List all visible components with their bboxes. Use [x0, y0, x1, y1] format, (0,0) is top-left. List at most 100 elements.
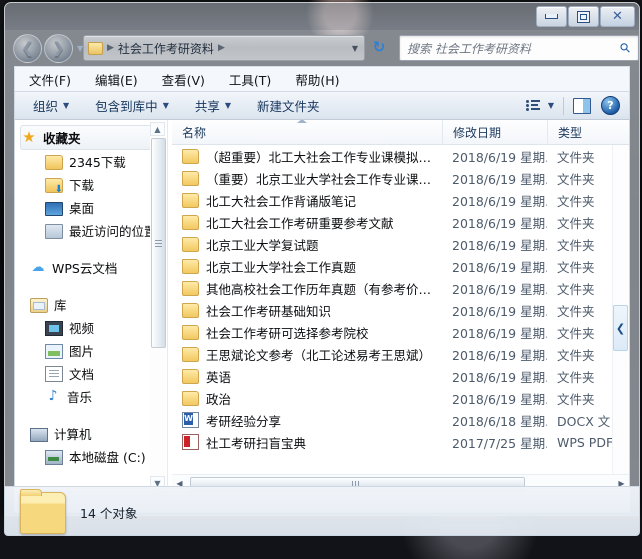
scroll-up-arrow-icon[interactable]: ▲	[150, 122, 165, 136]
close-button[interactable]: ✕	[600, 6, 635, 27]
menu-item-view[interactable]: 查看(V)	[162, 70, 205, 89]
sidebar-label-2345-downloads: 2345下载	[69, 155, 126, 170]
sidebar-label-desktop: 桌面	[69, 201, 95, 216]
file-name-cell[interactable]: 北工大社会工作考研重要参考文献	[172, 213, 442, 232]
menu-item-edit[interactable]: 编辑(E)	[95, 70, 138, 89]
preview-pane-expand-button[interactable]: ❮	[613, 305, 628, 351]
minimize-button[interactable]	[536, 6, 567, 27]
refresh-button[interactable]: ↻	[367, 35, 391, 59]
organize-button[interactable]: 组织 ▼	[33, 96, 69, 115]
preview-pane-icon[interactable]	[573, 97, 591, 114]
help-icon[interactable]: ?	[601, 96, 620, 115]
file-name-label: 其他高校社会工作历年真题（有参考价值...	[206, 281, 442, 297]
menu-item-help[interactable]: 帮助(H)	[295, 70, 339, 89]
file-name-cell[interactable]: 政治	[172, 389, 442, 408]
sidebar-item-recent-places[interactable]: 最近访问的位置	[15, 219, 167, 242]
sidebar-label-local-disk-c: 本地磁盘 (C:)	[69, 450, 146, 465]
window-title-bar[interactable]: ✕	[5, 3, 639, 30]
sidebar-item-local-disk-c[interactable]: 本地磁盘 (C:)	[15, 445, 167, 468]
table-row[interactable]: 考研经验分享2018/6/18 星期...DOCX 文	[172, 409, 629, 431]
search-box[interactable]: 搜索 社会工作考研资料 ⚲	[399, 35, 639, 61]
file-name-cell[interactable]: 其他高校社会工作历年真题（有参考价值...	[172, 279, 442, 298]
sidebar-item-2345-downloads[interactable]: 2345下载	[15, 150, 167, 173]
table-row[interactable]: 北工大社会工作背诵版笔记 2018/6/19 星期... 文件夹	[172, 189, 629, 211]
column-header-date[interactable]: 修改日期	[442, 120, 547, 145]
table-row[interactable]: 北京工业大学社会工作真题 2018/6/19 星期... 文件夹	[172, 255, 629, 277]
file-name-cell[interactable]: 社工考研扫盲宝典	[172, 433, 442, 452]
sidebar-item-documents[interactable]: 文档	[15, 362, 167, 385]
table-row[interactable]: 北工大社会工作考研重要参考文献 2018/6/19 星期... 文件夹	[172, 211, 629, 233]
maximize-button[interactable]	[568, 6, 599, 27]
file-name-label: 政治	[206, 391, 232, 407]
include-in-library-button[interactable]: 包含到库中 ▼	[95, 96, 169, 115]
navigation-scroll-track[interactable]	[150, 136, 166, 476]
sidebar-item-desktop[interactable]: 桌面	[15, 196, 167, 219]
file-name-cell[interactable]: 社会工作考研可选择参考院校	[172, 323, 442, 342]
sidebar-item-libraries[interactable]: 库	[20, 293, 167, 316]
maximize-icon	[577, 10, 590, 23]
recent-places-icon	[45, 223, 63, 239]
new-folder-button[interactable]: 新建文件夹	[257, 96, 320, 115]
file-name-cell[interactable]: （重要）北京工业大学社会工作专业课答...	[172, 169, 442, 188]
file-name-cell[interactable]: 北京工业大学复试题	[172, 235, 442, 254]
back-button[interactable]: ❮	[13, 34, 42, 63]
file-name-cell[interactable]: 考研经验分享	[172, 411, 442, 430]
sidebar-item-videos[interactable]: 视频	[15, 316, 167, 339]
file-list-scrollbar[interactable]: ❮	[612, 145, 629, 475]
sidebar-item-pictures[interactable]: 图片	[15, 339, 167, 362]
explorer-window: ✕ ❮ ❯ ▼ ▶ 社会工作考研资料 ▶ ▼ ↻ 搜索 社会工作考研资料 ⚲ 文…	[4, 2, 640, 516]
search-input[interactable]: 搜索 社会工作考研资料	[407, 40, 621, 57]
view-dropdown-icon[interactable]: ▼	[548, 101, 554, 110]
close-icon: ✕	[612, 9, 623, 24]
sidebar-label-music: 音乐	[67, 390, 93, 405]
file-name-cell[interactable]: 英语	[172, 367, 442, 386]
table-row[interactable]: （重要）北京工业大学社会工作专业课答... 2018/6/19 星期... 文件夹	[172, 167, 629, 189]
navigation-scroll-thumb[interactable]	[151, 138, 166, 348]
file-date-cell: 2018/6/19 星期...	[452, 171, 547, 187]
file-name-label: 北京工业大学社会工作真题	[206, 259, 357, 275]
menu-item-file[interactable]: 文件(F)	[29, 70, 71, 89]
breadcrumb-separator-icon[interactable]: ▶	[218, 43, 225, 53]
table-row[interactable]: 社会工作考研基础知识 2018/6/19 星期... 文件夹	[172, 299, 629, 321]
breadcrumb-current[interactable]: 社会工作考研资料	[118, 40, 214, 57]
share-button[interactable]: 共享 ▼	[195, 96, 231, 115]
column-headers: 名称 修改日期 类型	[172, 120, 629, 145]
table-row[interactable]: 英语 2018/6/19 星期... 文件夹	[172, 365, 629, 387]
address-dropdown-icon[interactable]: ▼	[352, 44, 358, 53]
view-options-icon[interactable]	[525, 99, 541, 112]
column-header-name[interactable]: 名称	[172, 120, 442, 145]
file-name-cell[interactable]: 王思斌论文参考（北工论述易考王思斌）	[172, 345, 442, 364]
address-row: ❮ ❯ ▼ ▶ 社会工作考研资料 ▶ ▼ ↻ 搜索 社会工作考研资料 ⚲	[5, 30, 639, 66]
folder-icon	[182, 390, 199, 406]
sidebar-item-computer[interactable]: 计算机	[20, 422, 167, 445]
address-bar[interactable]: ▶ 社会工作考研资料 ▶ ▼	[83, 35, 365, 61]
folder-icon	[182, 192, 199, 208]
sidebar-label-recent-places: 最近访问的位置	[69, 224, 157, 239]
file-name-cell[interactable]: 社会工作考研基础知识	[172, 301, 442, 320]
forward-button[interactable]: ❯	[44, 34, 73, 63]
explorer-body: ★ 收藏夹 2345下载 下载 桌面 最近访问的位置	[14, 120, 630, 492]
menu-item-tools[interactable]: 工具(T)	[229, 70, 271, 89]
column-header-type[interactable]: 类型	[547, 120, 617, 145]
navigation-pane-scrollbar[interactable]: ▲ ▼	[150, 122, 166, 490]
file-name-label: 北工大社会工作考研重要参考文献	[206, 215, 394, 231]
table-row[interactable]: 王思斌论文参考（北工论述易考王思斌） 2018/6/19 星期... 文件夹	[172, 343, 629, 365]
table-row[interactable]: 政治 2018/6/19 星期... 文件夹	[172, 387, 629, 409]
sidebar-item-downloads[interactable]: 下载	[15, 173, 167, 196]
table-row[interactable]: 社工考研扫盲宝典 2017/7/25 星期... WPS PDF	[172, 431, 629, 453]
downloads-folder-icon	[45, 177, 63, 195]
file-name-cell[interactable]: 北京工业大学社会工作真题	[172, 257, 442, 276]
table-row[interactable]: 其他高校社会工作历年真题（有参考价值... 2018/6/19 星期... 文件夹	[172, 277, 629, 299]
table-row[interactable]: 社会工作考研可选择参考院校 2018/6/19 星期... 文件夹	[172, 321, 629, 343]
file-name-cell[interactable]: （超重要）北工大社会工作专业课模拟题...	[172, 147, 442, 166]
sidebar-item-favorites[interactable]: ★ 收藏夹	[20, 125, 158, 150]
include-in-library-label: 包含到库中	[95, 99, 158, 114]
table-row[interactable]: （超重要）北工大社会工作专业课模拟题... 2018/6/19 星期... 文件夹	[172, 145, 629, 167]
sidebar-item-music[interactable]: ♪ 音乐	[15, 385, 167, 408]
file-date-cell: 2018/6/19 星期...	[452, 149, 547, 165]
sidebar-item-wps-cloud[interactable]: ☁ WPS云文档	[20, 256, 167, 279]
file-name-cell[interactable]: 北工大社会工作背诵版笔记	[172, 191, 442, 210]
back-arrow-icon: ❮	[21, 39, 34, 57]
navigation-tree: ★ 收藏夹 2345下载 下载 桌面 最近访问的位置	[15, 120, 167, 468]
table-row[interactable]: 北京工业大学复试题 2018/6/19 星期... 文件夹	[172, 233, 629, 255]
